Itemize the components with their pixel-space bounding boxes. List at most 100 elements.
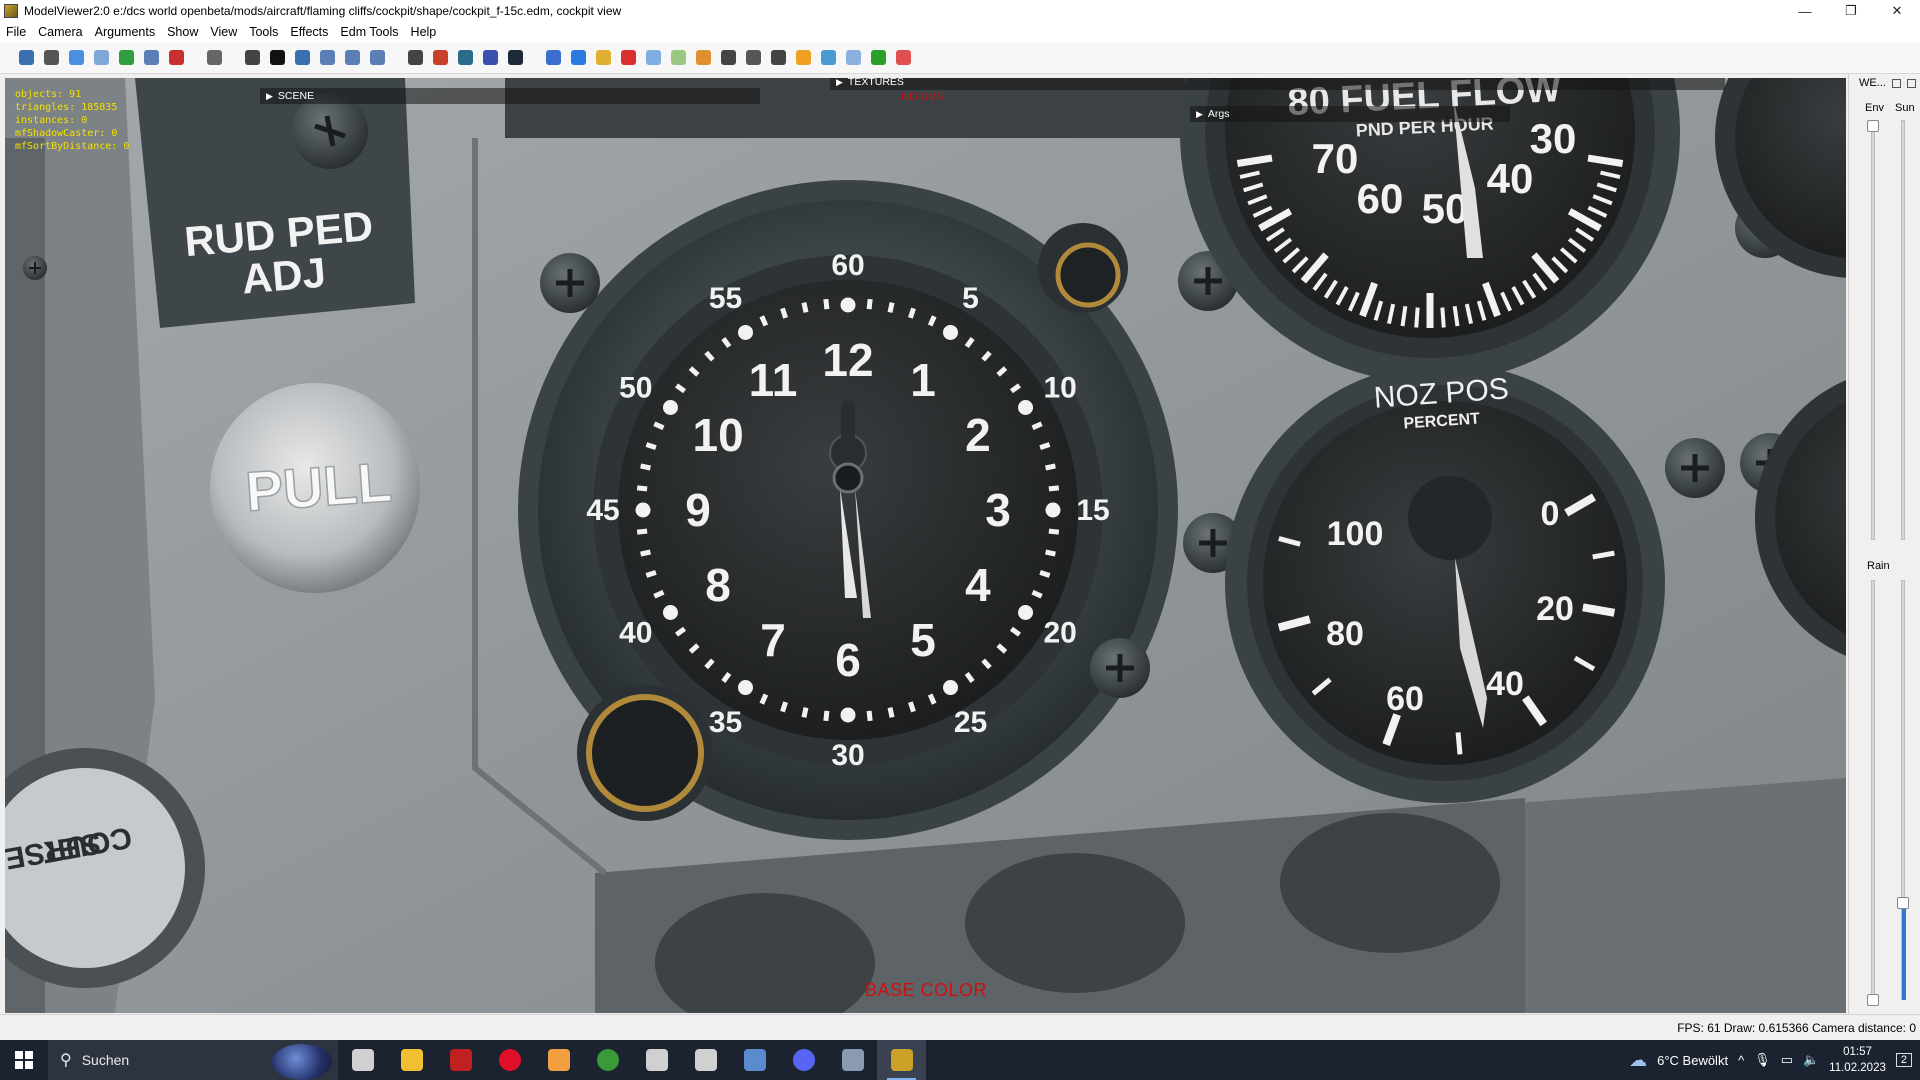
start-button[interactable] <box>0 1040 48 1080</box>
env-label: Env <box>1865 102 1884 114</box>
graph-icon[interactable] <box>693 48 713 68</box>
task-view-taskbar-button[interactable] <box>338 1040 387 1080</box>
menu-camera[interactable]: Camera <box>32 25 88 39</box>
float-icon[interactable] <box>1891 78 1901 88</box>
close-icon[interactable] <box>1906 78 1916 88</box>
menu-help[interactable]: Help <box>405 25 443 39</box>
fuel-scale-label: 30 <box>1530 115 1577 162</box>
open-model-icon[interactable] <box>41 48 61 68</box>
slider-fill <box>1902 904 1906 1000</box>
media-player-taskbar-button[interactable] <box>534 1040 583 1080</box>
window-title: ModelViewer2:0 e:/dcs world openbeta/mod… <box>24 4 622 18</box>
palette-icon[interactable] <box>430 48 450 68</box>
notepad-taskbar-button[interactable] <box>730 1040 779 1080</box>
menu-file[interactable]: File <box>0 25 32 39</box>
car-icon[interactable] <box>768 48 788 68</box>
fuel-tick <box>1414 307 1420 328</box>
grid-blue-icon[interactable] <box>843 48 863 68</box>
taskbar-search[interactable]: ⚲ Suchen <box>48 1040 338 1080</box>
expand-triangle-icon: ▶ <box>1196 108 1203 119</box>
clock-minute-label: 30 <box>831 739 864 772</box>
grid-green-icon-glyph <box>870 50 886 65</box>
opera-taskbar-button[interactable] <box>485 1040 534 1080</box>
settings-taskbar-button[interactable] <box>632 1040 681 1080</box>
layer-icon[interactable] <box>405 48 425 68</box>
xbox-taskbar-button[interactable] <box>583 1040 632 1080</box>
menu-edm-tools[interactable]: Edm Tools <box>334 25 404 39</box>
maximize-button[interactable]: ❐ <box>1828 0 1874 22</box>
snowflake-icon[interactable] <box>818 48 838 68</box>
sun2-slider-handle[interactable] <box>1897 897 1909 909</box>
speaker-icon-glyph <box>369 50 385 65</box>
sun-slider-track[interactable] <box>1901 120 1905 540</box>
grid-green-icon[interactable] <box>868 48 888 68</box>
headset-taskbar-button[interactable] <box>681 1040 730 1080</box>
stack-icon[interactable] <box>743 48 763 68</box>
cone-icon-glyph <box>319 50 335 65</box>
weather-text[interactable]: 6°C Bewölkt <box>1657 1053 1728 1068</box>
shape-green-icon[interactable] <box>668 48 688 68</box>
expand-triangle-icon: ▶ <box>266 90 273 101</box>
reload-green-icon[interactable] <box>116 48 136 68</box>
figure-icon-glyph <box>720 50 736 65</box>
image-icon[interactable] <box>141 48 161 68</box>
folders-icon[interactable] <box>593 48 613 68</box>
menu-show[interactable]: Show <box>161 25 204 39</box>
red-app-taskbar-button[interactable] <box>436 1040 485 1080</box>
env-slider-track[interactable] <box>1871 120 1875 540</box>
funnel-icon[interactable] <box>292 48 312 68</box>
clock-major-dot <box>840 707 856 723</box>
chevron-up-icon[interactable]: ^ <box>1738 1053 1744 1068</box>
eye-icon[interactable] <box>505 48 525 68</box>
cone-icon[interactable] <box>317 48 337 68</box>
grid-black-icon[interactable] <box>267 48 287 68</box>
clock-major-dot <box>1018 605 1034 620</box>
close-button[interactable]: ✕ <box>1874 0 1920 22</box>
figure-icon[interactable] <box>718 48 738 68</box>
textures-panel-header[interactable]: ▶ TEXTURES <box>830 78 1725 90</box>
grid-blue-icon-glyph <box>845 50 861 65</box>
clock[interactable]: 01:57 11.02.2023 <box>1829 1044 1886 1076</box>
menu-arguments[interactable]: Arguments <box>89 25 161 39</box>
args-panel-header[interactable]: ▶ Args <box>1190 106 1510 122</box>
modelviewer-taskbar-button[interactable] <box>877 1040 926 1080</box>
sphere-icon[interactable] <box>66 48 86 68</box>
box-icon[interactable] <box>643 48 663 68</box>
network-icon[interactable]: ▭ <box>1781 1052 1793 1068</box>
target-icon[interactable] <box>893 48 913 68</box>
fuel-tick <box>1452 305 1460 327</box>
cube-red-icon[interactable] <box>618 48 638 68</box>
volume-icon[interactable]: 🔈 <box>1803 1052 1819 1068</box>
monitor-icon[interactable] <box>455 48 475 68</box>
dcs-taskbar-button[interactable] <box>828 1040 877 1080</box>
cube-blue-icon[interactable] <box>568 48 588 68</box>
search-placeholder: Suchen <box>81 1052 130 1068</box>
clock-minute-tick <box>823 710 830 722</box>
menu-view[interactable]: View <box>204 25 243 39</box>
file-explorer-taskbar-button[interactable] <box>387 1040 436 1080</box>
notification-icon[interactable]: 2 <box>1895 1053 1912 1067</box>
menu-effects[interactable]: Effects <box>284 25 334 39</box>
speaker-icon[interactable] <box>367 48 387 68</box>
task-view-icon <box>351 1049 374 1071</box>
refresh-icon[interactable] <box>91 48 111 68</box>
env-slider-handle[interactable] <box>1867 120 1879 132</box>
axis-icon[interactable] <box>242 48 262 68</box>
title-bar: ModelViewer2:0 e:/dcs world openbeta/mod… <box>0 0 1920 22</box>
3d-viewport[interactable]: RUD PED ADJ PULL COURSE SET 12 1 2 3 4 5 6 7 8 9 1… <box>5 78 1846 1013</box>
save-icon[interactable] <box>16 48 36 68</box>
ball-orange-icon[interactable] <box>793 48 813 68</box>
minimize-button[interactable]: — <box>1782 0 1828 22</box>
menu-tools[interactable]: Tools <box>243 25 284 39</box>
camera-icon[interactable] <box>204 48 224 68</box>
rain-slider-track[interactable] <box>1871 580 1875 1000</box>
undo-icon[interactable] <box>480 48 500 68</box>
discord-taskbar-button[interactable] <box>779 1040 828 1080</box>
pdf-icon[interactable] <box>166 48 186 68</box>
rain-slider-handle[interactable] <box>1867 994 1879 1006</box>
microphone-icon[interactable]: 🎙 <box>1754 1052 1771 1068</box>
arrow-right-icon[interactable] <box>342 48 362 68</box>
chart-icon[interactable] <box>543 48 563 68</box>
scene-panel-header[interactable]: ▶ SCENE <box>260 88 760 104</box>
stat-instances: instances: 0 <box>15 115 88 126</box>
